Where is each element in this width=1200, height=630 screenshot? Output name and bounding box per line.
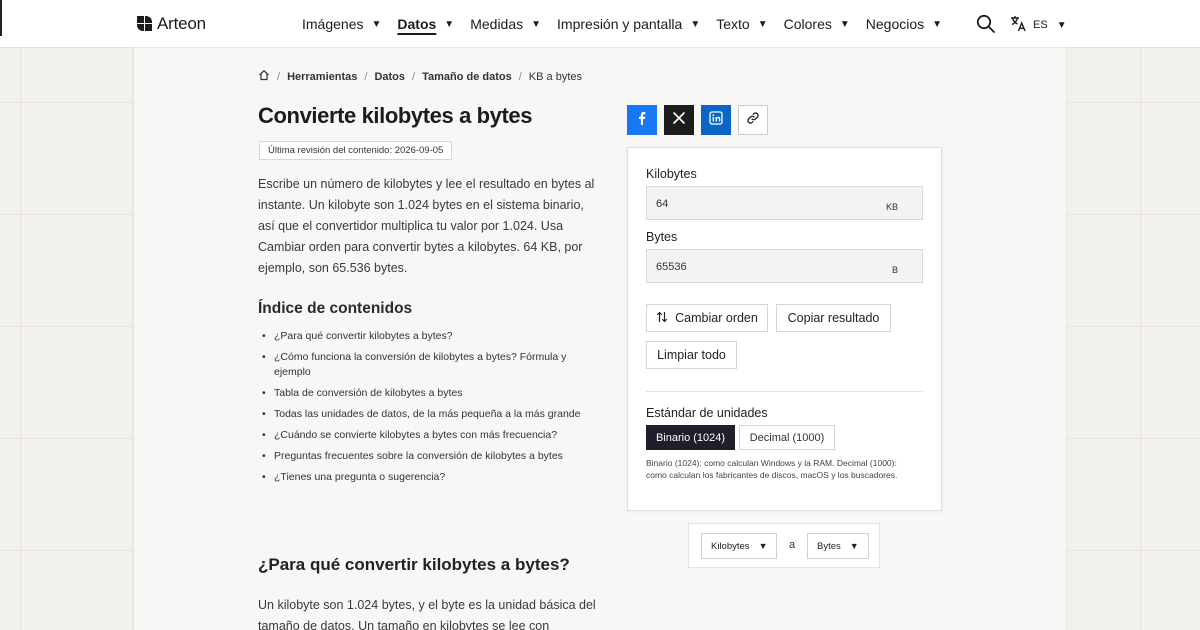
toc-link[interactable]: ¿Cómo funciona la conversión de kilobyte… bbox=[262, 350, 592, 380]
breadcrumb: / Herramientas / Datos / Tamaño de datos… bbox=[258, 69, 582, 84]
bytes-label: Bytes bbox=[646, 230, 678, 244]
page-title: Convierte kilobytes a bytes bbox=[258, 103, 533, 128]
clear-all-label: Limpiar todo bbox=[657, 348, 726, 362]
breadcrumb-separator: / bbox=[364, 70, 368, 83]
toc-link[interactable]: ¿Cuándo se convierte kilobytes a bytes c… bbox=[262, 428, 592, 443]
unit-standard-note: Binario (1024): como calculan Windows y … bbox=[646, 458, 898, 480]
section-heading: ¿Para qué convertir kilobytes a bytes? bbox=[258, 555, 570, 574]
share-facebook-button[interactable] bbox=[627, 105, 657, 135]
toc-link[interactable]: Todas las unidades de datos, de la más p… bbox=[262, 407, 592, 422]
toc-title: Índice de contenidos bbox=[258, 300, 413, 317]
linkedin-icon bbox=[709, 110, 723, 130]
nav-item-datos[interactable]: Datos ▼ bbox=[397, 16, 454, 32]
caret-down-icon: ▼ bbox=[444, 18, 455, 30]
breadcrumb-link-tamano[interactable]: Tamaño de datos bbox=[422, 71, 512, 83]
toc-link[interactable]: Tabla de conversión de kilobytes a bytes bbox=[262, 386, 592, 401]
breadcrumb-link-datos[interactable]: Datos bbox=[374, 71, 405, 83]
nav-item-label: Impresión y pantalla bbox=[557, 16, 683, 32]
toc-link[interactable]: ¿Para qué convertir kilobytes a bytes? bbox=[262, 329, 592, 344]
revision-badge: Última revisión del contenido: 2026-09-0… bbox=[259, 141, 453, 160]
caret-down-icon: ▼ bbox=[1056, 19, 1067, 31]
caret-down-icon: ▼ bbox=[531, 18, 542, 30]
kilobytes-unit: KB bbox=[885, 202, 898, 212]
toc-link[interactable]: ¿Tienes una pregunta o sugerencia? bbox=[262, 470, 592, 485]
translate-icon bbox=[1010, 15, 1027, 35]
unit-selector-bar: Kilobytes ▼ a Bytes ▼ bbox=[688, 523, 880, 568]
unit-standard-label: Estándar de unidades bbox=[646, 406, 768, 420]
nav-item-negocios[interactable]: Negocios ▼ bbox=[866, 16, 942, 32]
nav-item-label: Texto bbox=[716, 16, 750, 32]
decimal-standard-toggle[interactable]: Decimal (1000) bbox=[739, 425, 835, 450]
bytes-unit: B bbox=[891, 265, 898, 275]
nav-item-imagenes[interactable]: Imágenes ▼ bbox=[302, 16, 381, 32]
binary-standard-toggle[interactable]: Binario (1024) bbox=[646, 425, 735, 450]
table-of-contents: ¿Para qué convertir kilobytes a bytes? ¿… bbox=[262, 329, 592, 491]
clear-all-button[interactable]: Limpiar todo bbox=[646, 341, 737, 369]
caret-down-icon: ▼ bbox=[932, 18, 943, 30]
breadcrumb-separator: / bbox=[277, 70, 281, 83]
caret-down-icon: ▼ bbox=[757, 18, 768, 30]
share-buttons bbox=[627, 105, 768, 135]
from-unit-dropdown[interactable]: Kilobytes ▼ bbox=[701, 533, 778, 559]
caret-down-icon: ▼ bbox=[758, 541, 768, 551]
swap-icon bbox=[656, 311, 668, 326]
search-icon[interactable] bbox=[976, 14, 996, 34]
share-x-button[interactable] bbox=[664, 105, 694, 135]
x-icon bbox=[672, 111, 686, 130]
arteon-logo-icon bbox=[137, 16, 153, 32]
breadcrumb-link-herramientas[interactable]: Herramientas bbox=[287, 71, 357, 83]
intro-paragraph: Escribe un número de kilobytes y lee el … bbox=[258, 177, 595, 275]
from-unit-value: Kilobytes bbox=[711, 540, 750, 552]
swap-order-button[interactable]: Cambiar orden bbox=[646, 304, 768, 332]
to-unit-value: Bytes bbox=[817, 540, 841, 552]
language-selector[interactable]: ES ▼ bbox=[1010, 15, 1067, 35]
caret-down-icon: ▼ bbox=[839, 18, 850, 30]
caret-down-icon: ▼ bbox=[849, 541, 859, 551]
kilobytes-input[interactable]: 64 KB bbox=[646, 186, 923, 220]
nav-item-impresion[interactable]: Impresión y pantalla ▼ bbox=[557, 16, 700, 32]
breadcrumb-separator: / bbox=[518, 70, 522, 83]
nav-item-medidas[interactable]: Medidas ▼ bbox=[470, 16, 541, 32]
copy-link-button[interactable] bbox=[738, 105, 768, 135]
breadcrumb-separator: / bbox=[412, 70, 416, 83]
nav-item-colores[interactable]: Colores ▼ bbox=[784, 16, 850, 32]
unit-connector: a bbox=[789, 539, 796, 551]
home-icon[interactable] bbox=[258, 69, 270, 84]
caret-down-icon: ▼ bbox=[371, 18, 382, 30]
brand-name: Arteon bbox=[157, 14, 206, 33]
breadcrumb-current: KB a bytes bbox=[528, 70, 582, 83]
bytes-value: 65536 bbox=[656, 261, 687, 273]
nav-item-label: Medidas bbox=[470, 16, 524, 32]
kilobytes-label: Kilobytes bbox=[646, 167, 697, 181]
converter-panel: Kilobytes 64 KB Bytes 65536 B Cambiar or… bbox=[627, 147, 942, 511]
kilobytes-value: 64 bbox=[656, 198, 669, 210]
facebook-icon bbox=[635, 111, 649, 130]
brand-logo[interactable]: Arteon bbox=[137, 14, 206, 34]
to-unit-dropdown[interactable]: Bytes ▼ bbox=[807, 533, 869, 559]
bytes-output[interactable]: 65536 B bbox=[646, 249, 923, 283]
copy-result-label: Copiar resultado bbox=[787, 311, 880, 325]
swap-order-label: Cambiar orden bbox=[675, 311, 758, 325]
nav-item-label: Colores bbox=[783, 16, 832, 32]
caret-down-icon: ▼ bbox=[690, 18, 701, 30]
nav-item-label: Negocios bbox=[865, 16, 925, 32]
main-nav: Imágenes ▼ Datos ▼ Medidas ▼ Impresión y… bbox=[302, 0, 958, 48]
share-linkedin-button[interactable] bbox=[701, 105, 731, 135]
top-navigation-bar: Arteon Imágenes ▼ Datos ▼ Medidas ▼ Impr… bbox=[0, 0, 1200, 48]
toc-link[interactable]: Preguntas frecuentes sobre la conversión… bbox=[262, 449, 592, 464]
language-code: ES bbox=[1033, 19, 1048, 31]
nav-item-texto[interactable]: Texto ▼ bbox=[716, 16, 767, 32]
window-edge bbox=[0, 0, 2, 36]
divider bbox=[646, 391, 923, 392]
link-icon bbox=[746, 111, 760, 130]
nav-item-label: Imágenes bbox=[302, 16, 364, 32]
copy-result-button[interactable]: Copiar resultado bbox=[776, 304, 891, 332]
nav-item-label: Datos bbox=[397, 16, 437, 32]
section-paragraph: Un kilobyte son 1.024 bytes, y el byte e… bbox=[258, 598, 596, 630]
